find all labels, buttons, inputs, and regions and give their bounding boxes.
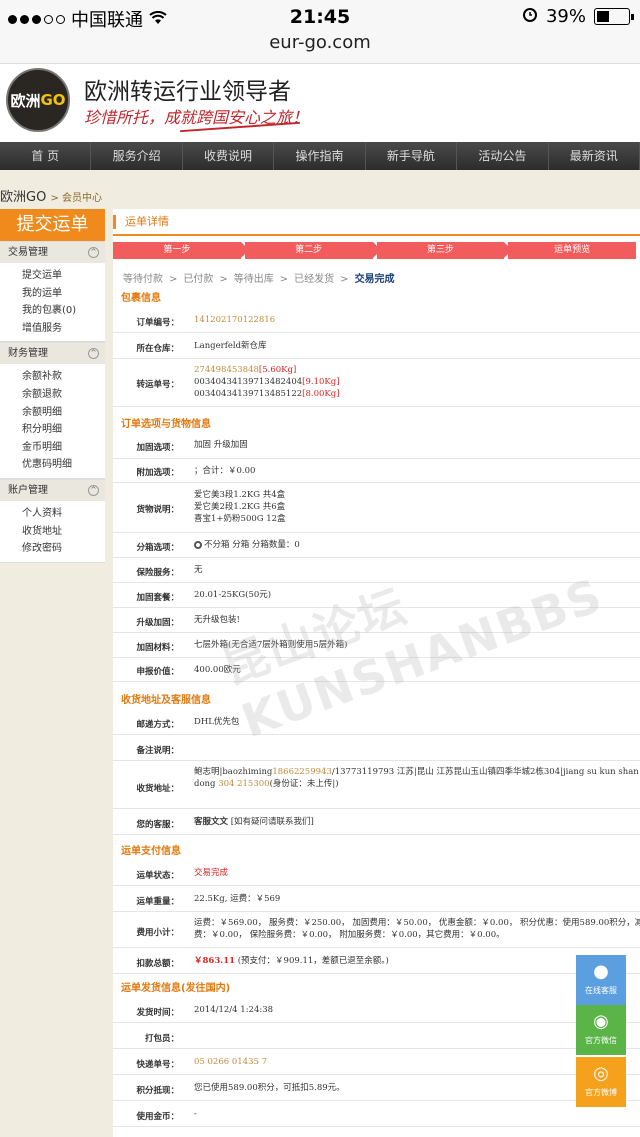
express-no-link[interactable]: 05 0266 01435 7 <box>194 1056 640 1068</box>
order-no-row: 订单编号： 141202170122816 <box>113 307 640 333</box>
tracking-row: 转运单号： 274498453848[5.60Kg] 00340434139713… <box>113 359 640 407</box>
collapse-icon[interactable]: ^ <box>88 247 99 258</box>
recv-address-row: 收货地址： 鲍志明|baozhiming18662259943/13773119… <box>113 761 640 809</box>
section-payment: 运单支付信息 <box>121 846 181 857</box>
progress-separator: > <box>340 274 349 285</box>
post-row: 邮递方式： DHL优先包 <box>113 709 640 735</box>
progress-stage: 已经发货 <box>294 274 335 285</box>
section-package: 包裹信息 <box>121 293 161 304</box>
progress-stage: 等待付款 <box>123 274 163 285</box>
sidebar-item[interactable]: 金币明细 <box>0 439 105 457</box>
sidebar-group: 财务管理 ^ 余额补款 余额退款 余额明细 积分明细 金币明细 优惠码明细 <box>0 342 105 479</box>
sidebar-group-title[interactable]: 账户管理 ^ <box>0 478 105 501</box>
step-1: 第一步 <box>113 242 249 259</box>
battery-icon <box>594 8 634 25</box>
online-service-button[interactable]: ● 在线客服 <box>576 955 626 1005</box>
sidebar-item[interactable]: 我的运单 <box>0 285 105 303</box>
status-row: 运单状态： 交易完成 <box>113 860 640 886</box>
alarm-icon <box>522 6 538 27</box>
progress-separator: > <box>219 274 228 285</box>
sidebar-group-title[interactable]: 财务管理 ^ <box>0 342 105 365</box>
cs-row: 您的客服： 客服文文 [如有疑问请联系我们] <box>113 809 640 835</box>
page-title: 运单详情 <box>113 209 640 236</box>
nav-item-1[interactable]: 服务介绍 <box>91 142 183 170</box>
sidebar-item[interactable]: 余额明细 <box>0 404 105 422</box>
progress-stage: 交易完成 <box>354 274 395 285</box>
sidebar-group: 账户管理 ^ 个人资料 收货地址 修改密码 <box>0 478 105 563</box>
nav-item-2[interactable]: 收费说明 <box>183 142 275 170</box>
sidebar-group-title[interactable]: 交易管理 ^ <box>0 241 105 263</box>
nav-item-4[interactable]: 新手导航 <box>366 142 458 170</box>
sidebar-item[interactable]: 余额退款 <box>0 386 105 404</box>
sidebar-item[interactable]: 修改密码 <box>0 540 105 558</box>
sidebar: 提交运单 交易管理 ^ 提交运单 我的运单 我的包裹(0) 增值服务 财务管理 ^ 余额补款 余额… <box>0 209 105 563</box>
total-row: 扣款总额： ￥863.11 (预支付：￥909.11，差额已退至余额。) <box>113 948 640 974</box>
nav-item-5[interactable]: 活动公告 <box>457 142 549 170</box>
sidebar-item[interactable]: 我的包裹(0) <box>0 302 105 320</box>
ship-time-row: 发货时间： 2014/12/4 1:24:38 <box>113 997 640 1023</box>
chat-bubble-icon: ● <box>593 961 609 982</box>
progress-stage: 等待出库 <box>233 274 274 285</box>
site-header: 欧洲 GO 欧洲转运行业领导者 珍惜所托，成就跨国安心之旅！ <box>0 64 640 142</box>
section-shipping: 运单发货信息(发往国内) <box>121 983 231 994</box>
breadcrumb: 欧洲GO > 会员中心 <box>0 186 102 205</box>
sidebar-item[interactable]: 优惠码明细 <box>0 456 105 474</box>
nav-item-3[interactable]: 操作指南 <box>274 142 366 170</box>
tracking-item: 00340434139713485122[8.00Kg] <box>194 389 340 399</box>
collapse-icon[interactable]: ^ <box>88 484 99 496</box>
tracking-item: 00340434139713482404[9.10Kg] <box>194 377 340 387</box>
sidebar-item[interactable]: 余额补款 <box>0 368 105 386</box>
order-progress: 等待付款 > 已付款 > 等待出库 > 已经发货 > 交易完成 <box>123 270 395 285</box>
tracking-item: 274498453848[5.60Kg] <box>194 365 297 375</box>
collapse-icon[interactable]: ^ <box>88 348 99 360</box>
submit-waybill-button[interactable]: 提交运单 <box>0 209 105 241</box>
step-3: 第三步 <box>376 242 512 259</box>
goods-item: 爱它美3段1.2KG 共4盒 <box>194 490 286 500</box>
reinforce-row: 加固选项： 加固 升级加固 <box>113 433 640 459</box>
progress-separator: > <box>279 274 289 285</box>
sidebar-item[interactable]: 个人资料 <box>0 505 105 523</box>
weibo-button[interactable]: ◎ 官方微博 <box>576 1057 626 1107</box>
sidebar-item[interactable]: 增值服务 <box>0 320 105 338</box>
breadcrumb-site[interactable]: 欧洲GO <box>0 190 46 205</box>
nav-item-6[interactable]: 最新资讯 <box>549 142 640 170</box>
radio-no-split[interactable] <box>194 540 202 549</box>
section-address: 收货地址及客服信息 <box>121 695 211 706</box>
order-no: 141202170122816 <box>194 315 276 325</box>
warehouse-row: 所在仓库： Langerfeld新仓库 <box>113 333 640 359</box>
sidebar-item[interactable]: 积分明细 <box>0 421 105 439</box>
section-options: 订单选项与货物信息 <box>121 419 211 430</box>
weibo-icon: ◎ <box>593 1063 609 1084</box>
fee-row: 费用小计： 运费：￥569.00， 服务费：￥250.00， 加固费用：￥50.… <box>113 912 640 948</box>
battery-percent: 39% <box>545 6 586 27</box>
contact-link[interactable]: [如有疑问请联系我们] <box>228 817 314 827</box>
wechat-icon: ◉ <box>593 1011 609 1032</box>
nav-item-0[interactable]: 首 页 <box>0 142 92 170</box>
extra-row: 附加选项： ；合计：￥0.00 <box>113 459 640 483</box>
step-2: 第二步 <box>244 242 381 259</box>
remark-row: 备注说明： <box>113 735 640 761</box>
step-bar: 第一步 第二步 第三步 运单预览 <box>113 242 640 259</box>
step-4: 运单预览 <box>508 242 636 259</box>
cs-name: 客服文文 <box>194 817 229 827</box>
express-row: 快递单号： 05 0266 01435 7 <box>113 1049 640 1075</box>
breadcrumb-current: > 会员中心 <box>50 193 103 204</box>
status-bar: 中国联通 21:45 39% eur-go.com <box>0 0 640 64</box>
progress-separator: > <box>169 274 178 285</box>
url-bar[interactable]: eur-go.com <box>0 32 640 53</box>
site-title: 欧洲转运行业领导者 <box>84 79 291 105</box>
weight-row: 运单重量： 22.5Kg, 运费：￥569 <box>113 886 640 912</box>
packer-row: 打包员： <box>113 1023 640 1049</box>
wechat-button[interactable]: ◉ 官方微信 <box>576 1005 626 1055</box>
progress-stage: 已付款 <box>183 274 214 285</box>
status-badge: 交易完成 <box>194 868 229 878</box>
sidebar-group: 交易管理 ^ 提交运单 我的运单 我的包裹(0) 增值服务 <box>0 241 105 343</box>
points-row: 积分抵现： 您已使用589.00积分，可抵扣5.89元。 <box>113 1075 640 1101</box>
main-nav: 首 页服务介绍 收费说明 操作指南 新手导航 活动公告 最新资讯 <box>0 142 640 170</box>
gold-row: 使用金币： - <box>113 1101 640 1127</box>
site-logo[interactable]: 欧洲 GO <box>6 68 70 132</box>
sidebar-item[interactable]: 收货地址 <box>0 523 105 541</box>
sidebar-item[interactable]: 提交运单 <box>0 267 105 285</box>
